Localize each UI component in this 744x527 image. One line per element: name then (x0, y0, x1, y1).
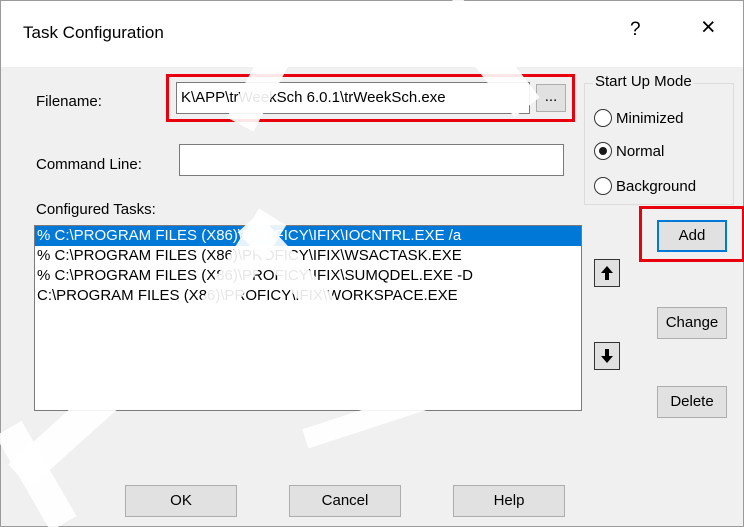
list-item[interactable]: % C:\PROGRAM FILES (X86)\PROFICY\IFIX\IO… (35, 226, 581, 246)
radio-normal[interactable]: Normal (594, 142, 664, 160)
move-down-button[interactable] (594, 342, 620, 370)
list-item[interactable]: % C:\PROGRAM FILES (X86)\PROFICY\IFIX\WS… (35, 246, 581, 266)
radio-circle-icon (594, 109, 612, 127)
filename-input[interactable]: K\APP\trWeekSch 6.0.1\trWeekSch.exe (176, 82, 530, 114)
filename-label: Filename: (36, 93, 102, 110)
help-button[interactable]: Help (453, 485, 565, 517)
delete-button[interactable]: Delete (657, 386, 727, 418)
browse-button[interactable]: ... (536, 84, 566, 112)
add-button[interactable]: Add (657, 220, 727, 252)
radio-circle-icon (594, 177, 612, 195)
change-button[interactable]: Change (657, 307, 727, 339)
title-bar: Task Configuration ? × (1, 1, 743, 67)
close-icon[interactable]: × (701, 15, 716, 40)
radio-selected-icon (594, 142, 612, 160)
radio-normal-label: Normal (616, 142, 665, 160)
command-line-label: Command Line: (36, 156, 142, 173)
radio-minimized[interactable]: Minimized (594, 109, 684, 127)
dialog-title: Task Configuration (23, 23, 164, 42)
configured-tasks-list[interactable]: % C:\PROGRAM FILES (X86)\PROFICY\IFIX\IO… (34, 225, 582, 411)
radio-background-label: Background (616, 177, 697, 195)
cancel-button[interactable]: Cancel (289, 485, 401, 517)
configured-tasks-label: Configured Tasks: (36, 201, 156, 218)
radio-minimized-label: Minimized (616, 109, 684, 127)
help-icon[interactable]: ? (630, 19, 641, 41)
move-up-button[interactable] (594, 259, 620, 287)
list-item[interactable]: C:\PROGRAM FILES (X86)\PROFICY\IFIX\WORK… (35, 286, 581, 306)
startup-mode-legend: Start Up Mode (593, 73, 694, 90)
command-line-input[interactable] (179, 144, 564, 176)
task-configuration-dialog: Task Configuration ? × Filename: K\APP\t… (0, 0, 744, 527)
radio-background[interactable]: Background (594, 177, 696, 195)
ok-button[interactable]: OK (125, 485, 237, 517)
list-item[interactable]: % C:\PROGRAM FILES (X86)\PROFICY\IFIX\SU… (35, 266, 581, 286)
watermark-stroke (0, 420, 77, 527)
arrow-up-icon (601, 266, 613, 280)
arrow-down-icon (601, 349, 613, 363)
